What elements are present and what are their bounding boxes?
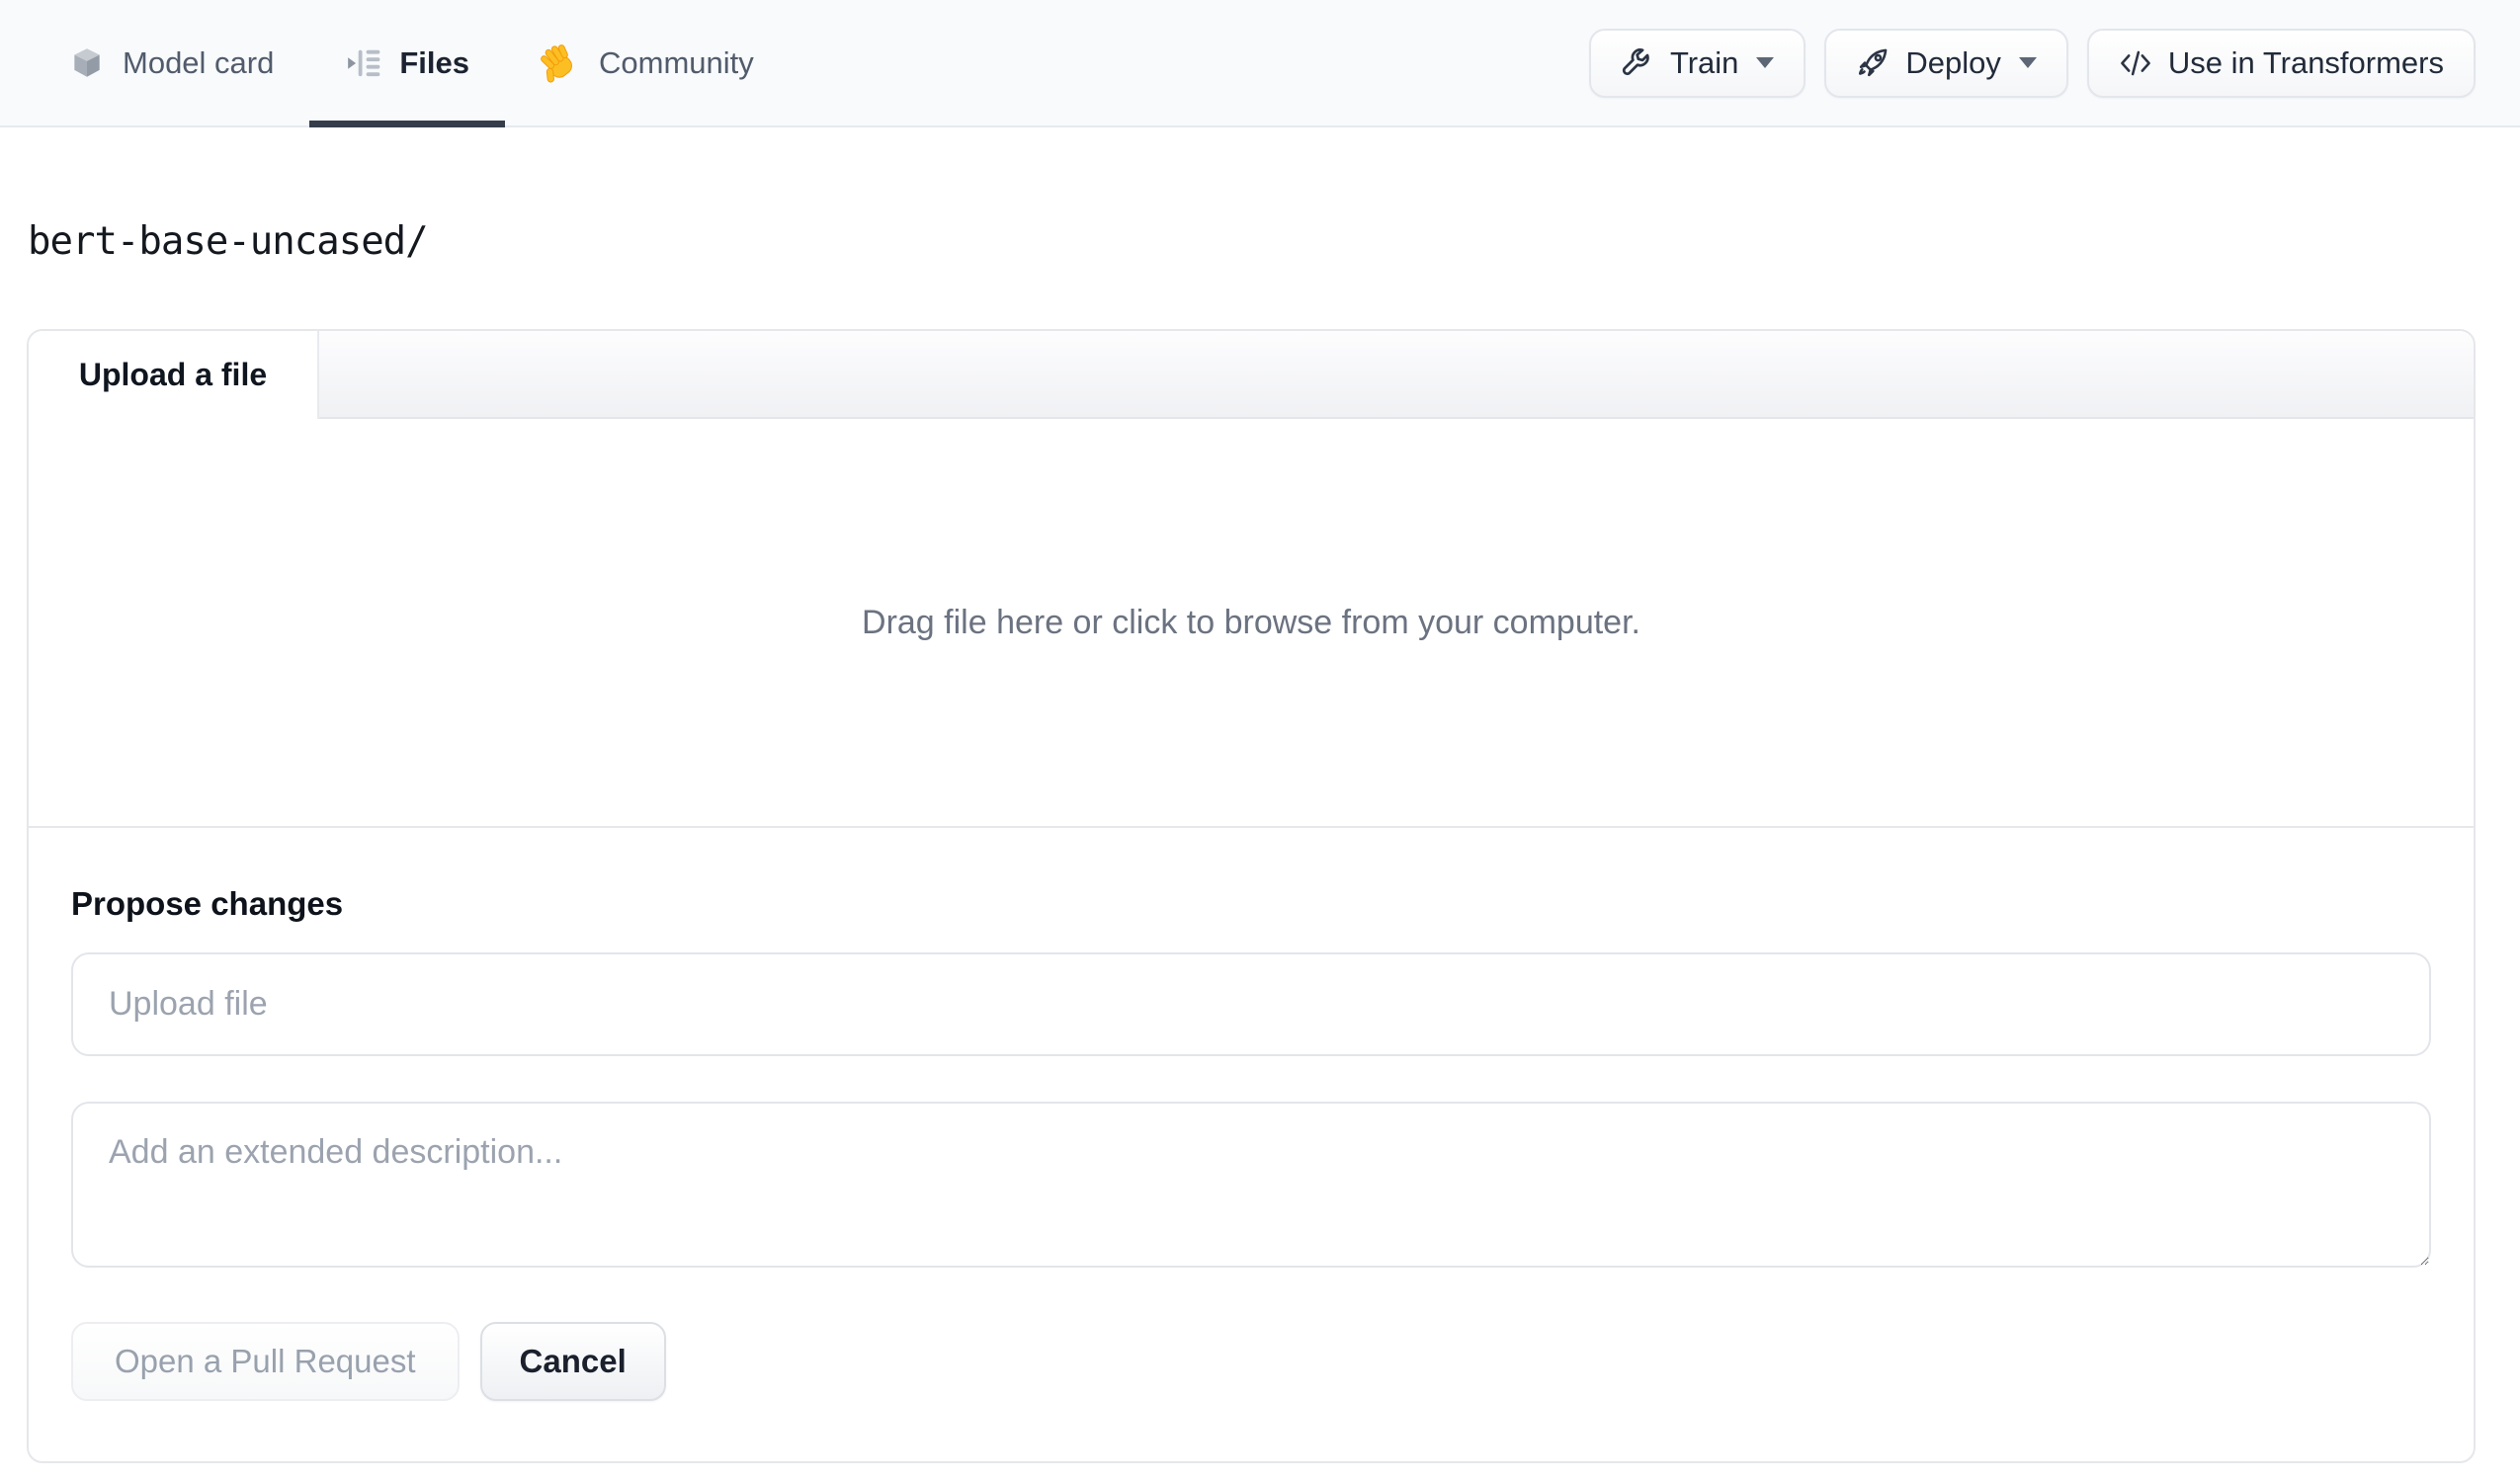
file-dropzone[interactable]: Drag file here or click to browse from y… <box>29 419 2474 826</box>
upload-panel-header-filler <box>319 331 2474 419</box>
tab-model-card[interactable]: Model card <box>33 0 309 125</box>
code-icon <box>2119 46 2152 80</box>
extended-description-textarea[interactable] <box>71 1102 2431 1268</box>
cube-icon <box>68 44 106 82</box>
repo-path[interactable]: bert-base-uncased/ <box>28 219 2520 264</box>
tab-community-label: Community <box>599 44 754 80</box>
form-buttons-row: Open a Pull Request Cancel <box>71 1322 2431 1401</box>
chevron-down-icon <box>1756 57 1775 68</box>
upload-a-file-tab[interactable]: Upload a file <box>29 331 319 419</box>
rocket-icon <box>1856 46 1890 80</box>
deploy-button[interactable]: Deploy <box>1824 28 2068 98</box>
upload-a-file-tab-label: Upload a file <box>78 357 268 392</box>
open-pull-request-button[interactable]: Open a Pull Request <box>71 1322 460 1401</box>
tab-model-card-label: Model card <box>123 44 275 80</box>
propose-changes-section: Propose changes Open a Pull Request Canc… <box>29 826 2474 1461</box>
use-in-transformers-button[interactable]: Use in Transformers <box>2086 28 2476 98</box>
train-button[interactable]: Train <box>1588 28 1806 98</box>
repo-action-buttons: Train Deploy Use in Transformers <box>1588 0 2520 125</box>
repo-tab-bar: Model card Files Community Train Deploy … <box>0 0 2520 127</box>
tab-files-label: Files <box>399 44 470 80</box>
wrench-icon <box>1621 46 1654 80</box>
upload-file-input[interactable] <box>71 952 2431 1056</box>
use-in-transformers-label: Use in Transformers <box>2167 44 2444 80</box>
upload-panel-header: Upload a file <box>29 331 2474 419</box>
chevron-down-icon <box>2018 57 2037 68</box>
train-button-label: Train <box>1669 44 1739 80</box>
dropzone-hint-text: Drag file here or click to browse from y… <box>862 603 1640 641</box>
waving-hand-icon <box>541 42 582 84</box>
deploy-button-label: Deploy <box>1905 44 2001 80</box>
files-list-icon <box>345 44 382 82</box>
cancel-button[interactable]: Cancel <box>479 1322 666 1401</box>
upload-panel: Upload a file Drag file here or click to… <box>27 329 2476 1463</box>
tab-community[interactable]: Community <box>505 0 790 125</box>
tab-files[interactable]: Files <box>309 0 505 127</box>
propose-changes-heading: Propose changes <box>71 885 344 922</box>
